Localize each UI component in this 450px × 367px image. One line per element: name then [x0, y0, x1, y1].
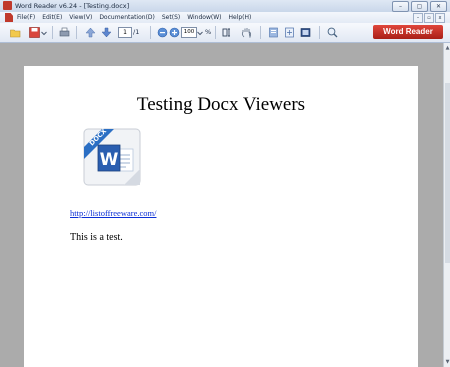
- toolbar-separator: [76, 26, 77, 39]
- text-select-icon[interactable]: [222, 27, 233, 38]
- document-link[interactable]: http://listoffreeware.com/: [70, 208, 156, 218]
- toolbar-separator: [215, 26, 216, 39]
- toolbar-separator: [260, 26, 261, 39]
- zoom-dropdown-icon[interactable]: [197, 27, 203, 38]
- document-icon[interactable]: [5, 13, 13, 22]
- hand-tool-icon[interactable]: [241, 27, 252, 38]
- document-page: Testing Docx Viewers DOCX W http://listo…: [24, 66, 418, 367]
- app-icon: [3, 1, 12, 10]
- zoom-out-icon[interactable]: [157, 27, 168, 38]
- fullscreen-icon[interactable]: [300, 27, 311, 38]
- down-arrow-icon[interactable]: [101, 27, 112, 38]
- toolbar-separator: [150, 26, 151, 39]
- toolbar-separator: [319, 26, 320, 39]
- scrollbar-thumb[interactable]: [445, 83, 450, 263]
- scroll-up-arrow-icon[interactable]: ▲: [445, 45, 450, 51]
- menu-view[interactable]: View(V): [69, 12, 92, 23]
- menu-edit[interactable]: Edit(E): [42, 12, 62, 23]
- window-controls: – ▢ ✕: [392, 1, 447, 12]
- docx-file-icon: DOCX W: [83, 127, 141, 186]
- maximize-button[interactable]: ▢: [411, 1, 428, 12]
- mdi-restore-button[interactable]: ▫: [424, 13, 434, 23]
- minimize-button[interactable]: –: [392, 1, 409, 12]
- open-folder-icon[interactable]: [10, 27, 21, 38]
- chevron-down-icon[interactable]: [41, 27, 47, 38]
- window-title: Word Reader v6.24 - [Testing.docx]: [15, 2, 130, 10]
- close-button[interactable]: ✕: [430, 1, 447, 12]
- fit-page-icon[interactable]: [284, 27, 295, 38]
- document-body-text: This is a test.: [70, 232, 123, 243]
- page-total: /1: [133, 28, 140, 36]
- toolbar-separator: [52, 26, 53, 39]
- save-icon[interactable]: [29, 27, 40, 38]
- zoom-level-input[interactable]: 100: [181, 27, 197, 38]
- menu-help[interactable]: Help(H): [229, 12, 252, 23]
- search-icon[interactable]: [327, 27, 338, 38]
- menu-file[interactable]: File(F): [17, 12, 35, 23]
- vertical-scrollbar[interactable]: ▲ ▼: [443, 43, 450, 367]
- zoom-percent-label: %: [205, 28, 212, 36]
- menu-set[interactable]: Set(S): [162, 12, 180, 23]
- single-page-icon[interactable]: [268, 27, 279, 38]
- page-number-input[interactable]: 1: [118, 27, 132, 38]
- toolbar: 1 /1 100 % Word Reader: [0, 23, 450, 43]
- scroll-down-arrow-icon[interactable]: ▼: [445, 359, 450, 365]
- mdi-close-button[interactable]: x: [435, 13, 445, 23]
- word-reader-button[interactable]: Word Reader: [373, 25, 443, 39]
- document-heading: Testing Docx Viewers: [136, 94, 306, 115]
- menu-window[interactable]: Window(W): [187, 12, 221, 23]
- word-letter-icon: W: [100, 150, 119, 170]
- print-icon[interactable]: [59, 27, 70, 38]
- mdi-minimize-button[interactable]: –: [413, 13, 423, 23]
- up-arrow-icon[interactable]: [85, 27, 96, 38]
- menu-documentation[interactable]: Documentation(D): [99, 12, 155, 23]
- zoom-in-icon[interactable]: [169, 27, 180, 38]
